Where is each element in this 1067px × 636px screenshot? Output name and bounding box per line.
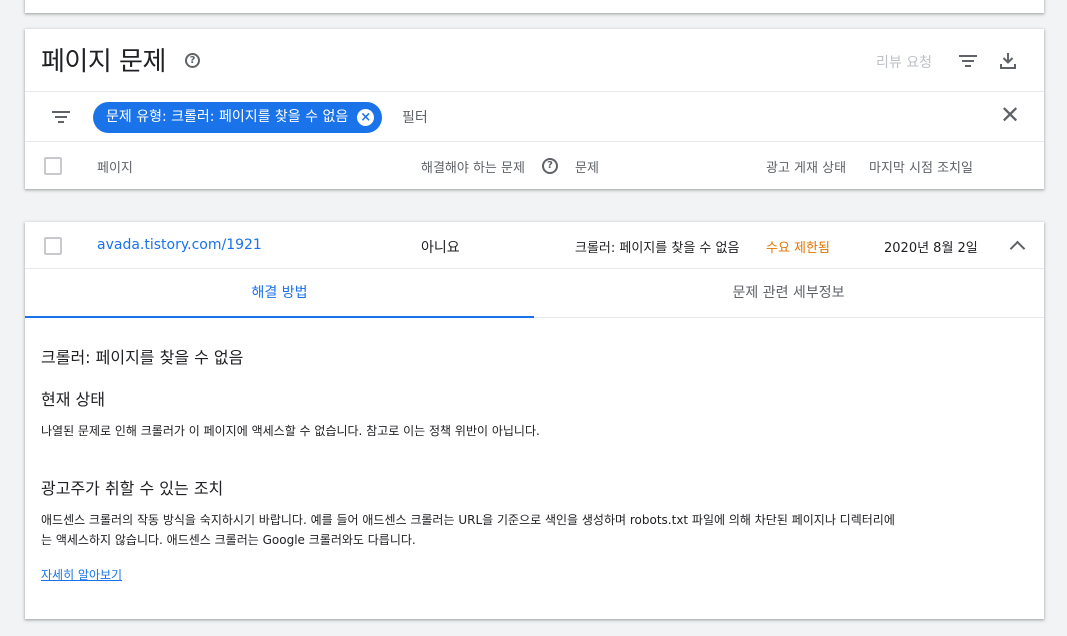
table-row[interactable]: avada.tistory.com/1921 아니요 크롤러: 페이지를 찾을 … [25,222,1044,269]
page-title: 페이지 문제 [41,47,166,77]
tab-solution[interactable]: 해결 방법 [25,269,534,318]
learn-more-link[interactable]: 자세히 알아보기 [41,566,122,583]
status-text: 나열된 문제로 인해 크롤러가 이 페이지에 액세스할 수 없습니다. 참고로 … [41,424,540,438]
request-review-button[interactable]: 리뷰 요청 [876,52,932,72]
issue-title: 크롤러: 페이지를 찾을 수 없음 [41,348,244,367]
page-url-link[interactable]: avada.tistory.com/1921 [97,237,262,253]
must-fix-help-icon[interactable]: ? [542,158,558,174]
filter-input[interactable]: 필터 [402,107,428,127]
help-icon[interactable]: ? [185,53,200,68]
issue-value: 크롤러: 페이지를 찾을 수 없음 [575,241,740,256]
issue-detail-card: avada.tistory.com/1921 아니요 크롤러: 페이지를 찾을 … [25,222,1044,619]
action-text-line-1: 애드센스 크롤러의 작동 방식을 숙지하시기 바랍니다. 예를 들어 애드센스 … [41,513,895,527]
select-all-checkbox[interactable] [44,157,62,175]
status-heading: 현재 상태 [41,390,105,409]
ad-status-value: 수요 제한됨 [766,241,830,256]
must-fix-value: 아니요 [421,240,460,256]
tab-issue-details[interactable]: 문제 관련 세부정보 [534,269,1043,318]
col-must-fix[interactable]: 해결해야 하는 문제 [421,157,525,176]
download-icon[interactable] [996,49,1020,73]
collapse-chevron-icon[interactable] [1006,234,1028,256]
card-header: 페이지 문제 ? 리뷰 요청 [25,29,1044,92]
page-issues-card: 페이지 문제 ? 리뷰 요청 문제 유형: 크롤러: 페이지를 찾을 수 없음 … [25,29,1044,189]
col-last-action[interactable]: 마지막 시점 조치일 [869,157,973,176]
filter-menu-icon[interactable] [49,105,73,129]
table-header: 페이지 해결해야 하는 문제 ? 문제 광고 게재 상태 마지막 시점 조치일 [25,142,1044,189]
tab-bar: 해결 방법 문제 관련 세부정보 [25,269,1044,318]
filter-icon[interactable] [956,49,980,73]
remove-chip-icon[interactable]: × [357,109,375,126]
col-page[interactable]: 페이지 [97,157,133,176]
clear-filters-icon[interactable]: ✕ [1000,103,1020,127]
col-ad-status[interactable]: 광고 게재 상태 [766,157,846,176]
action-heading: 광고주가 취할 수 있는 조치 [41,479,224,498]
row-checkbox[interactable] [44,237,62,255]
issue-type-filter-chip[interactable]: 문제 유형: 크롤러: 페이지를 찾을 수 없음 × [93,102,383,133]
action-text-line-2: 는 액세스하지 않습니다. 애드센스 크롤러는 Google 크롤러와도 다릅니… [41,533,416,547]
previous-card [25,0,1044,13]
filter-row: 문제 유형: 크롤러: 페이지를 찾을 수 없음 × 필터 ✕ [25,92,1044,142]
chip-label: 문제 유형: 크롤러: 페이지를 찾을 수 없음 [106,109,349,125]
date-value: 2020년 8월 2일 [884,241,978,256]
col-issue[interactable]: 문제 [575,157,599,176]
